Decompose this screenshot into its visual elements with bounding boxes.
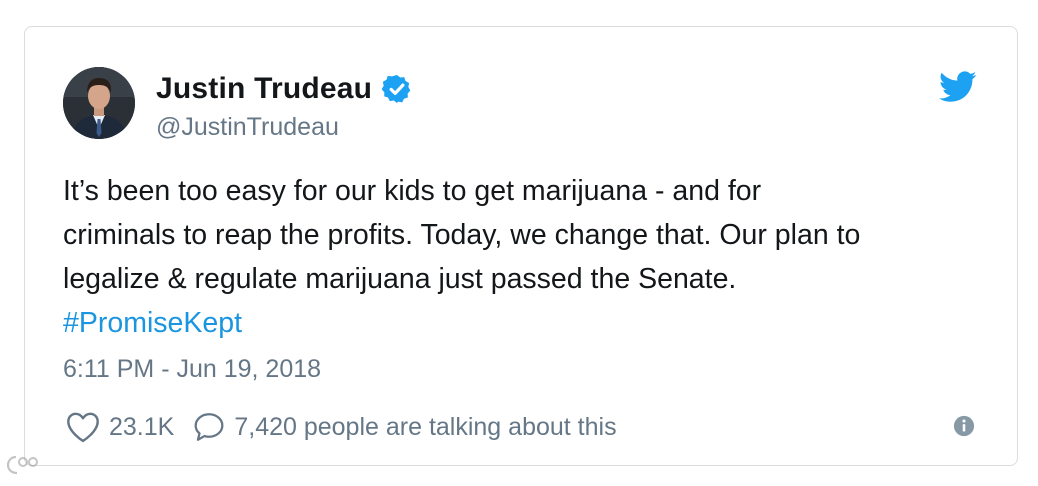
author-name-row: Justin Trudeau [156, 71, 413, 107]
tweet-actions: 23.1K 7,420 people are talking about thi… [65, 407, 617, 447]
hashtag-link[interactable]: #PromiseKept [63, 307, 242, 339]
tweet-text-line: legalize & regulate marijuana just passe… [63, 263, 737, 295]
twitter-bird-icon[interactable] [939, 71, 977, 103]
like-button[interactable]: 23.1K [65, 410, 174, 444]
info-icon[interactable] [953, 415, 975, 437]
speech-bubble-icon [194, 413, 224, 441]
tweet-text-line: It’s been too easy for our kids to get m… [63, 175, 762, 207]
heart-icon [67, 412, 99, 443]
watermark-logo-icon [6, 455, 38, 475]
author-display-name[interactable]: Justin Trudeau [156, 72, 372, 106]
reply-button[interactable]: 7,420 people are talking about this [192, 410, 617, 444]
tweet-card: Justin Trudeau @JustinTrudeau It’s been … [24, 26, 1018, 466]
watermark [6, 452, 46, 478]
replies-text: 7,420 people are talking about this [234, 412, 617, 441]
verified-badge-icon [381, 75, 411, 103]
tweet-text: It’s been too easy for our kids to get m… [63, 169, 993, 345]
avatar[interactable] [63, 67, 135, 139]
tweet-text-line: criminals to reap the profits. Today, we… [63, 219, 861, 251]
tweet-timestamp[interactable]: 6:11 PM - Jun 19, 2018 [63, 355, 321, 384]
author-handle[interactable]: @JustinTrudeau [156, 113, 339, 142]
like-count: 23.1K [109, 412, 175, 441]
